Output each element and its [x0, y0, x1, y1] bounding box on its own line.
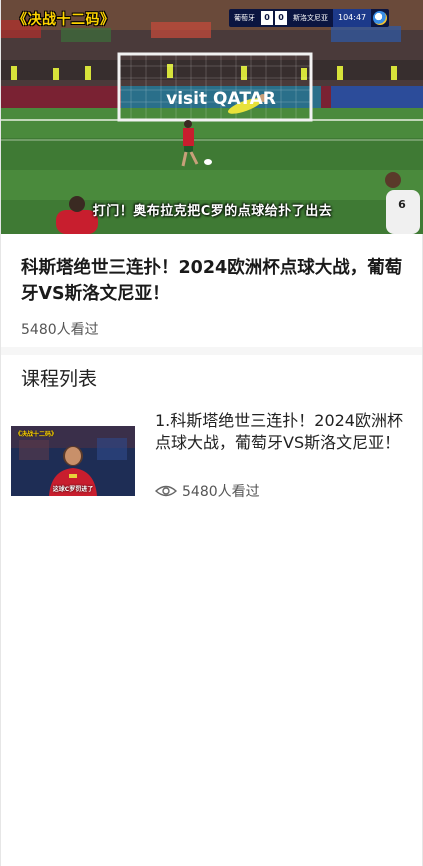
course-item-views: 5480人看过: [182, 484, 260, 500]
page: visit QATAR 6 《决战十二码》 葡萄牙 0 0 斯洛文尼亚 104:…: [0, 0, 423, 866]
list-item[interactable]: 《决战十二码》 这球C罗罚进了 1.科斯塔绝世三连扑！2024欧洲杯点球大战，葡…: [11, 410, 411, 505]
course-item-meta: 5480人看过: [155, 481, 260, 501]
eye-icon: [155, 485, 177, 497]
away-team: 斯洛文尼亚: [293, 14, 328, 22]
section-divider: [1, 347, 422, 355]
euro-logo-icon: [373, 11, 388, 25]
video-subtitle: 打门！奥布拉克把C罗的点球给扑了出去: [92, 204, 333, 219]
away-score: 0: [275, 11, 287, 25]
course-item-title[interactable]: 1.科斯塔绝世三连扑！2024欧洲杯点球大战，葡萄牙VS斯洛文尼亚！: [155, 410, 411, 454]
match-clock: 104:47: [333, 9, 372, 27]
series-tag: 《决战十二码》: [13, 12, 115, 28]
ad-board-text: visit QATAR: [166, 89, 276, 109]
thumb-subtitle: 这球C罗罚进了: [52, 486, 94, 493]
page-title: 科斯塔绝世三连扑！2024欧洲杯点球大战，葡萄牙VS斯洛文尼亚！: [21, 258, 403, 304]
course-thumbnail: 《决战十二码》 这球C罗罚进了: [11, 426, 135, 496]
scoreboard: 葡萄牙 0 0 斯洛文尼亚 104:47: [229, 9, 390, 27]
thumb-series-tag: 《决战十二码》: [15, 431, 58, 438]
video-frame: visit QATAR 6: [1, 0, 423, 234]
home-team: 葡萄牙: [234, 14, 255, 22]
course-list-heading: 课程列表: [21, 368, 98, 390]
video-player[interactable]: visit QATAR 6 《决战十二码》 葡萄牙 0 0 斯洛文尼亚 104:…: [1, 0, 423, 234]
view-count: 5480人看过: [21, 322, 99, 338]
home-score: 0: [261, 11, 273, 25]
